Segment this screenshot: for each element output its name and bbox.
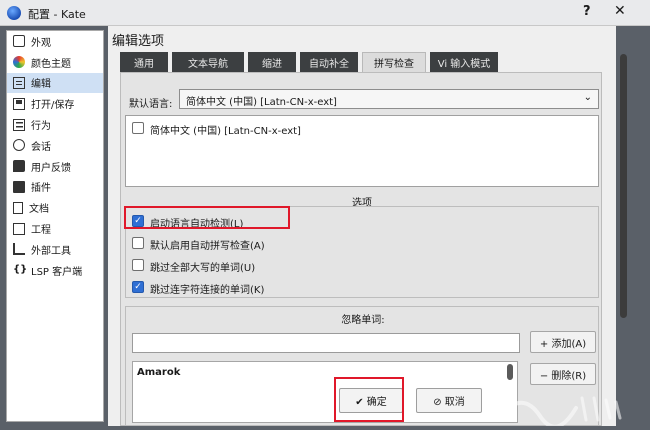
skip-uppercase-checkbox[interactable] <box>132 259 144 271</box>
close-icon[interactable]: ✕ <box>614 3 626 19</box>
sidebar-item-label: 工程 <box>31 225 51 237</box>
tab-general[interactable]: 通用 <box>120 52 168 72</box>
remove-word-button[interactable]: − 删除(R) <box>530 363 596 385</box>
default-language-select[interactable]: 简体中文 (中国) [Latn-CN-x-ext] ⌄ <box>179 89 599 109</box>
auto-spellcheck-label: 默认启用自动拼写检查(A) <box>150 241 265 252</box>
cancel-button[interactable]: ⊘ 取消 <box>416 388 482 413</box>
sidebar-item-label: 编辑 <box>31 79 51 91</box>
kate-app-icon <box>7 6 21 20</box>
title-bar: 配置 - Kate ? ✕ <box>0 0 650 26</box>
ignored-words-title: 忽略单词: <box>341 315 385 326</box>
sidebar: 外观 颜色主题 编辑 打开/保存 行为 会话 用户反馈 插件 文档 工程 外部工… <box>6 30 104 422</box>
sidebar-item-plugin[interactable]: 插件 <box>7 177 103 198</box>
tab-text-navigation[interactable]: 文本导航 <box>172 52 244 72</box>
default-language-value: 简体中文 (中国) [Latn-CN-x-ext] <box>186 97 337 108</box>
watermark-logo <box>498 396 622 426</box>
sidebar-item-edit[interactable]: 编辑 <box>7 72 103 94</box>
plugin-icon <box>13 180 25 193</box>
language-checkbox[interactable] <box>132 122 144 134</box>
add-word-button[interactable]: + 添加(A) <box>530 331 596 353</box>
open-save-icon <box>13 97 25 110</box>
sidebar-item-appearance[interactable]: 外观 <box>7 31 103 52</box>
sidebar-item-label: 颜色主题 <box>31 58 71 70</box>
spellcheck-page: 默认语言: 简体中文 (中国) [Latn-CN-x-ext] ⌄ 简体中文 (… <box>120 72 602 426</box>
color-theme-icon <box>13 56 25 69</box>
help-icon[interactable]: ? <box>583 4 591 19</box>
page-scrollbar[interactable] <box>620 54 627 318</box>
tab-bar: 通用 文本导航 缩进 自动补全 拼写检查 Vi 输入模式 <box>120 52 610 72</box>
sidebar-item-label: 行为 <box>31 121 51 133</box>
default-language-label: 默认语言: <box>129 99 173 110</box>
auto-language-detect-label: 启动语言自动检测(L) <box>150 219 244 230</box>
user-feedback-icon <box>13 160 25 173</box>
sidebar-item-label: 用户反馈 <box>31 162 71 174</box>
tab-autocompletion[interactable]: 自动补全 <box>300 52 358 72</box>
sidebar-item-session[interactable]: 会话 <box>7 135 103 156</box>
sidebar-item-lsp-client[interactable]: {} LSP 客户端 <box>7 260 103 281</box>
options-group: ✓ 启动语言自动检测(L) 默认启用自动拼写检查(A) 跳过全部大写的单词(U)… <box>125 206 599 298</box>
sidebar-item-label: 会话 <box>31 141 51 153</box>
document-icon <box>13 201 23 214</box>
list-scrollbar[interactable] <box>507 364 513 380</box>
language-list-item: 简体中文 (中国) [Latn-CN-x-ext] <box>150 126 301 137</box>
behavior-icon <box>13 118 25 131</box>
sidebar-item-color-theme[interactable]: 颜色主题 <box>7 52 103 73</box>
sidebar-item-project[interactable]: 工程 <box>7 218 103 239</box>
auto-language-detect-checkbox[interactable]: ✓ <box>132 215 144 227</box>
chevron-down-icon: ⌄ <box>583 92 592 103</box>
ok-button[interactable]: ✔ 确定 <box>339 388 403 413</box>
window-title: 配置 - Kate <box>28 8 86 21</box>
sidebar-item-open-save[interactable]: 打开/保存 <box>7 93 103 114</box>
sidebar-item-label: 文档 <box>29 204 49 216</box>
appearance-icon <box>13 35 25 48</box>
project-icon <box>13 222 25 235</box>
main-panel: 编辑选项 通用 文本导航 缩进 自动补全 拼写检查 Vi 输入模式 默认语言: … <box>108 26 616 426</box>
tab-indentation[interactable]: 缩进 <box>248 52 296 72</box>
ignored-word-input[interactable] <box>132 333 520 353</box>
skip-uppercase-label: 跳过全部大写的单词(U) <box>150 263 256 274</box>
page-title: 编辑选项 <box>112 34 165 49</box>
external-tools-icon <box>13 243 25 256</box>
edit-icon <box>13 76 25 89</box>
tab-spellcheck[interactable]: 拼写检查 <box>362 52 426 72</box>
sidebar-item-behavior[interactable]: 行为 <box>7 114 103 135</box>
sidebar-item-user-feedback[interactable]: 用户反馈 <box>7 156 103 177</box>
sidebar-item-label: 外观 <box>31 37 51 49</box>
skip-hyphenated-label: 跳过连字符连接的单词(K) <box>150 285 265 296</box>
session-icon <box>13 139 25 152</box>
auto-spellcheck-checkbox[interactable] <box>132 237 144 249</box>
language-list: 简体中文 (中国) [Latn-CN-x-ext] <box>125 115 599 187</box>
sidebar-item-label: 插件 <box>31 183 51 195</box>
skip-hyphenated-checkbox[interactable]: ✓ <box>132 281 144 293</box>
list-item[interactable]: Amarok <box>137 367 180 378</box>
sidebar-item-label: 打开/保存 <box>31 100 75 112</box>
sidebar-item-label: LSP 客户端 <box>31 266 83 278</box>
sidebar-item-label: 外部工具 <box>31 245 71 257</box>
lsp-client-icon: {} <box>13 264 28 276</box>
sidebar-item-external-tools[interactable]: 外部工具 <box>7 239 103 260</box>
tab-vi-input-mode[interactable]: Vi 输入模式 <box>430 52 498 72</box>
sidebar-item-document[interactable]: 文档 <box>7 197 103 218</box>
